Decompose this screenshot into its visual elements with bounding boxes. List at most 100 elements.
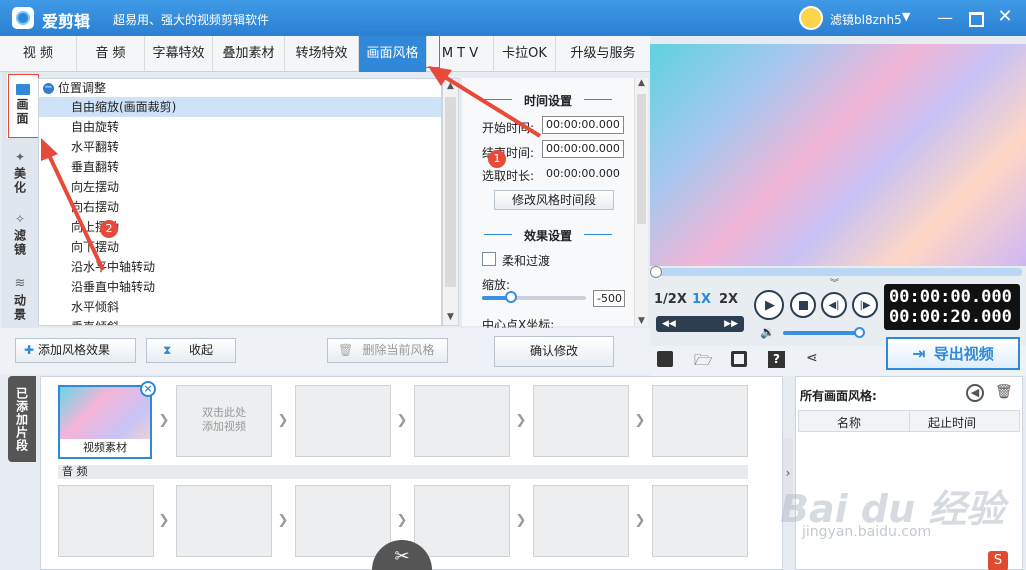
open-folder-icon[interactable]: 🗁 xyxy=(694,350,713,375)
style-list-item[interactable]: 垂直倾斜 xyxy=(39,317,441,325)
video-slot[interactable] xyxy=(295,385,391,457)
close-button[interactable]: ✕ xyxy=(993,5,1017,29)
corner-logo-icon: S xyxy=(988,551,1008,570)
tab-karaoke[interactable]: 卡拉OK xyxy=(494,36,556,72)
style-list-item[interactable]: 自由缩放(画面裁剪) xyxy=(39,97,441,117)
back-arrow-icon[interactable]: ◀ xyxy=(966,384,984,402)
add-style-effect-label: 添加风格效果 xyxy=(38,343,111,357)
audio-slot[interactable] xyxy=(652,485,748,557)
minimize-button[interactable]: — xyxy=(933,6,957,30)
next-frame-button[interactable]: |▶ xyxy=(852,292,878,318)
add-style-effect-button[interactable]: ✚ 添加风格效果 xyxy=(15,338,136,363)
audio-track-label: 音 频 xyxy=(58,465,748,479)
help-icon[interactable]: ? xyxy=(768,351,785,368)
added-clips-tab[interactable]: 已添加片段 xyxy=(8,376,36,462)
sidebar-item-beautify[interactable]: ✦ 美化 xyxy=(2,140,38,204)
user-avatar[interactable] xyxy=(799,6,823,30)
total-time: 00:00:20.000 xyxy=(889,307,1012,327)
video-slot[interactable] xyxy=(533,385,629,457)
tab-audio[interactable]: 音 频 xyxy=(77,36,145,72)
video-slot[interactable] xyxy=(652,385,748,457)
maximize-button[interactable] xyxy=(963,6,987,30)
playback-progress-knob[interactable] xyxy=(650,266,662,278)
smooth-transition-checkbox[interactable] xyxy=(482,252,496,266)
playback-progress-bar[interactable] xyxy=(654,268,1022,276)
collapse-label: 收起 xyxy=(188,343,213,357)
all-styles-title: 所有画面风格: xyxy=(800,389,877,403)
stop-icon xyxy=(798,300,808,310)
style-list-item[interactable]: 向右摆动 xyxy=(39,197,441,217)
prev-frame-icon: ◀| xyxy=(828,299,840,311)
video-clip-thumbnail[interactable]: 视频素材 xyxy=(58,385,152,459)
style-list-item[interactable]: 自由旋转 xyxy=(39,117,441,137)
style-list-item[interactable]: 水平倾斜 xyxy=(39,297,441,317)
volume-slider[interactable] xyxy=(783,331,861,335)
settings-scroll-down-icon[interactable]: ▼ xyxy=(635,316,648,326)
new-project-icon[interactable] xyxy=(657,351,673,367)
video-slot[interactable]: 双击此处 添加视频 xyxy=(176,385,272,457)
style-list-scrollbar[interactable]: ▲ ▼ xyxy=(442,78,459,326)
video-slot[interactable] xyxy=(414,385,510,457)
audio-slot[interactable] xyxy=(295,485,391,557)
scroll-thumb[interactable] xyxy=(445,97,456,287)
speed-half-button[interactable]: 1/2X xyxy=(654,292,687,307)
collapse-icon: ⧗ xyxy=(163,343,172,357)
scroll-up-icon[interactable]: ▲ xyxy=(443,79,458,94)
zoom-slider-knob[interactable] xyxy=(505,291,517,303)
prev-frame-button[interactable]: ◀| xyxy=(821,292,847,318)
export-video-button[interactable]: ⇥ 导出视频 xyxy=(886,337,1020,370)
scroll-down-icon[interactable]: ▼ xyxy=(443,310,458,325)
style-list-item[interactable]: 向下摆动 xyxy=(39,237,441,257)
tab-upgrade[interactable]: 升级与服务 xyxy=(556,36,650,72)
style-list-item[interactable]: 垂直翻转 xyxy=(39,157,441,177)
clip-label: 视频素材 xyxy=(60,439,150,457)
speed-1x-button[interactable]: 1X xyxy=(692,292,711,307)
settings-scroll-up-icon[interactable]: ▲ xyxy=(635,78,648,88)
export-video-label: 导出视频 xyxy=(933,345,994,363)
clip-remove-icon[interactable]: × xyxy=(140,381,156,397)
delete-style-button[interactable]: 🗑 删除当前风格 xyxy=(327,338,448,363)
collapse-minus-icon[interactable]: − xyxy=(43,82,54,94)
tab-transitions[interactable]: 转场特效 xyxy=(285,36,359,72)
audio-slot[interactable] xyxy=(176,485,272,557)
volume-knob[interactable] xyxy=(854,327,865,338)
settings-scroll-thumb[interactable] xyxy=(637,94,646,224)
zoom-value-input[interactable]: -500 xyxy=(593,290,625,307)
collapse-chevron-icon[interactable]: ︾ xyxy=(830,276,839,289)
audio-slot[interactable] xyxy=(58,485,154,557)
speed-jog-control[interactable]: ◀◀ ▶▶ xyxy=(656,316,744,332)
audio-slot[interactable] xyxy=(533,485,629,557)
tab-video[interactable]: 视 频 xyxy=(0,36,77,72)
save-icon[interactable] xyxy=(731,351,747,367)
speed-2x-button[interactable]: 2X xyxy=(719,292,738,307)
volume-icon[interactable]: 🔉 xyxy=(760,325,775,339)
settings-scrollbar[interactable]: ▲ ▼ xyxy=(634,78,648,326)
style-list-item[interactable]: 沿垂直中轴转动 xyxy=(39,277,441,297)
tab-overlay[interactable]: 叠加素材 xyxy=(213,36,285,72)
list-group-header[interactable]: − 位置调整 xyxy=(39,79,441,97)
share-icon[interactable]: ⋖ xyxy=(806,350,818,366)
collapse-button[interactable]: ⧗ 收起 xyxy=(146,338,236,363)
start-time-input[interactable]: 00:00:00.000 xyxy=(542,116,624,134)
fast-forward-icon[interactable]: ▶▶ xyxy=(724,316,738,332)
baidu-watermark-url: jingyan.baidu.com xyxy=(802,524,932,540)
delete-all-icon[interactable]: 🗑 xyxy=(995,384,1013,400)
user-dropdown-icon[interactable]: ▼ xyxy=(902,10,910,23)
sidebar-item-motion[interactable]: ≋ 动景 xyxy=(2,266,38,330)
modify-time-button[interactable]: 修改风格时间段 xyxy=(494,190,614,210)
sidebar-item-filter[interactable]: ✧ 滤镜 xyxy=(2,202,38,266)
sequence-arrow-icon: ❯ xyxy=(396,513,408,528)
play-button[interactable]: ▶ xyxy=(754,290,784,320)
annotation-badge-2: 2 xyxy=(100,220,118,238)
group-label: 位置调整 xyxy=(58,81,107,95)
style-list-item[interactable]: 水平翻转 xyxy=(39,137,441,157)
style-list-item[interactable]: 沿水平中轴转动 xyxy=(39,257,441,277)
audio-slot[interactable] xyxy=(414,485,510,557)
rewind-icon[interactable]: ◀◀ xyxy=(662,316,676,332)
stop-button[interactable] xyxy=(790,292,816,318)
end-time-input[interactable]: 00:00:00.000 xyxy=(542,140,624,158)
username[interactable]: 滤镜bl8znh5 xyxy=(830,11,902,28)
style-list-item[interactable]: 向左摆动 xyxy=(39,177,441,197)
tab-subtitle-effects[interactable]: 字幕特效 xyxy=(145,36,213,72)
confirm-modify-button[interactable]: 确认修改 xyxy=(494,336,614,367)
